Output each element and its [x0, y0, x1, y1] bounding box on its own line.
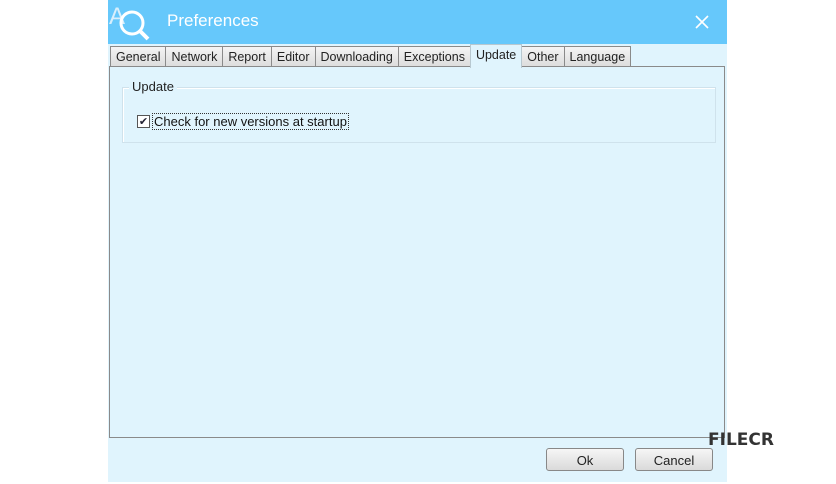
update-group: Update ✔ Check for new versions at start… [122, 79, 716, 143]
ok-button[interactable]: Ok [546, 448, 624, 471]
title-bar: A Preferences [108, 0, 727, 44]
check-updates-checkbox[interactable]: ✔ [137, 115, 150, 128]
watermark-logo: FILECR [708, 430, 774, 450]
tab-bar: General Network Report Editor Downloadin… [110, 44, 632, 68]
check-updates-option[interactable]: ✔ Check for new versions at startup [137, 113, 349, 130]
app-logo-icon: A [109, 3, 150, 41]
window-title: Preferences [167, 11, 259, 30]
cancel-button[interactable]: Cancel [635, 448, 713, 471]
tab-report[interactable]: Report [222, 46, 272, 67]
preferences-window: A Preferences General Network Report Edi… [108, 0, 727, 482]
update-panel: Update ✔ Check for new versions at start… [109, 66, 725, 438]
tab-general[interactable]: General [110, 46, 167, 67]
tab-other[interactable]: Other [521, 46, 565, 67]
tab-language[interactable]: Language [563, 46, 632, 67]
tab-exceptions[interactable]: Exceptions [397, 46, 471, 67]
group-label: Update [129, 79, 177, 94]
check-updates-label[interactable]: Check for new versions at startup [152, 113, 349, 130]
tab-editor[interactable]: Editor [270, 46, 316, 67]
tab-downloading[interactable]: Downloading [314, 46, 399, 67]
tab-update[interactable]: Update [469, 44, 523, 68]
close-icon[interactable] [694, 14, 710, 30]
tab-network[interactable]: Network [165, 46, 224, 67]
